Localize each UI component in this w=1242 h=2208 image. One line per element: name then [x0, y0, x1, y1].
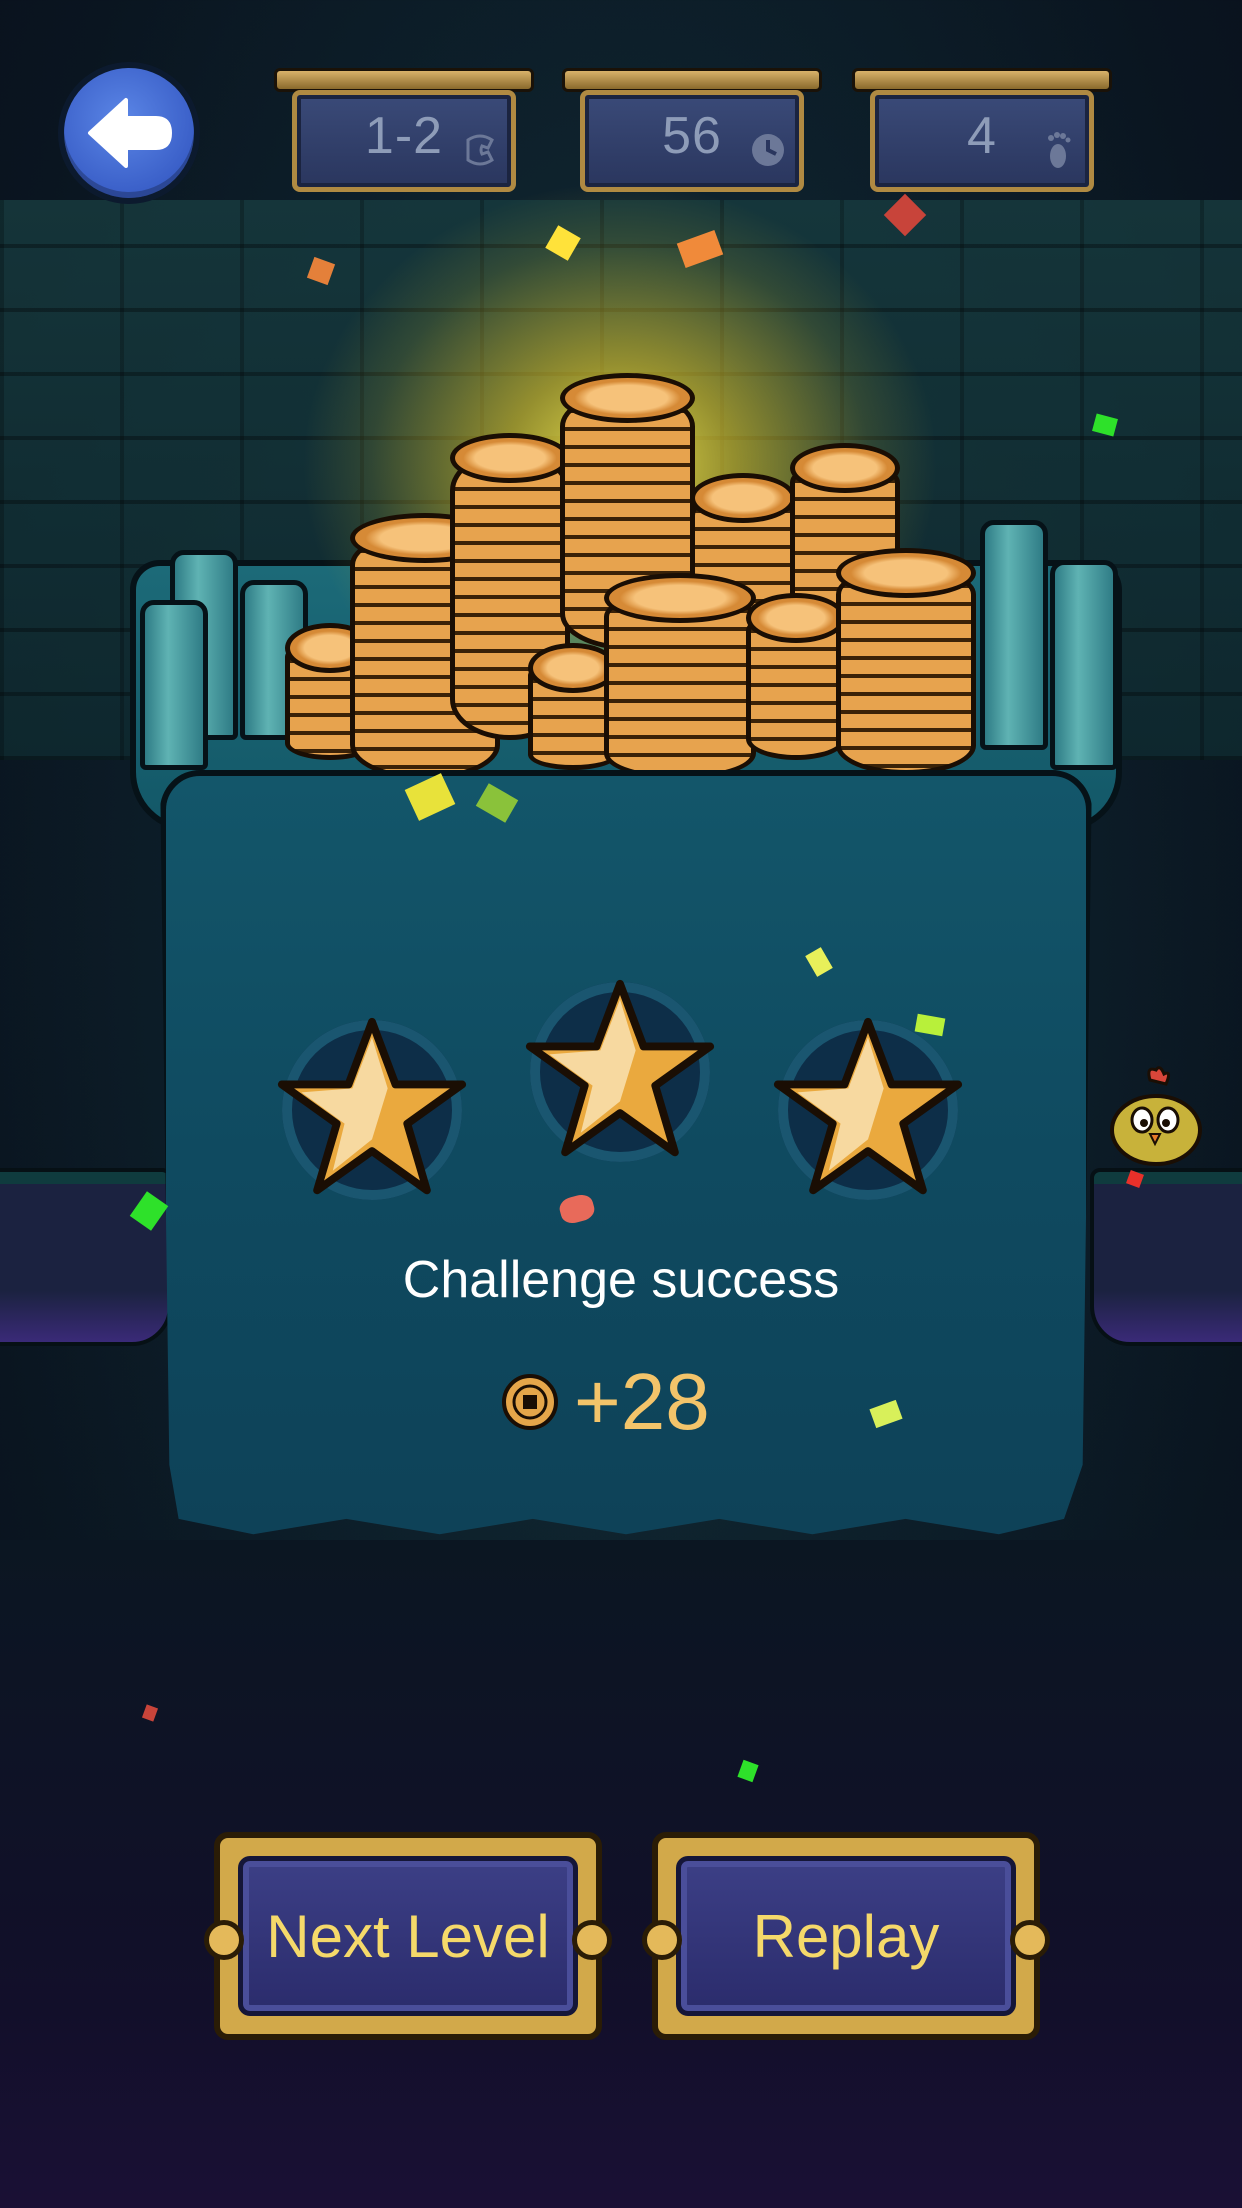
level-plaque: 1-2 — [274, 68, 534, 192]
time-plaque: 56 — [562, 68, 822, 192]
replay-button[interactable]: Replay — [642, 1832, 1050, 2040]
replay-label: Replay — [752, 1903, 940, 1970]
next-level-button[interactable]: Next Level — [204, 1832, 612, 2040]
chick-character — [1110, 1066, 1202, 1166]
reward-amount: +28 — [574, 1357, 710, 1446]
footprint-icon — [1048, 132, 1071, 168]
coin-stack — [746, 593, 846, 760]
next-level-label: Next Level — [266, 1903, 550, 1970]
coin-stack — [604, 573, 756, 780]
coin-stack — [836, 548, 976, 775]
star-icon — [773, 1017, 963, 1195]
crystal-pillar — [1050, 560, 1118, 770]
coin-icon — [502, 1374, 558, 1430]
coin-reward: +28 — [500, 1357, 710, 1446]
clock-icon — [752, 134, 784, 166]
back-arrow-icon — [88, 98, 172, 168]
star-icon — [525, 979, 715, 1157]
star-2 — [525, 979, 715, 1162]
crystal-pillar — [140, 600, 208, 770]
result-message: Challenge success — [402, 1251, 840, 1309]
cave-floor-background — [0, 1540, 1242, 2208]
crystal-pillar — [980, 520, 1048, 750]
back-button[interactable] — [58, 62, 200, 204]
star-icon — [277, 1017, 467, 1195]
steps-plaque: 4 — [852, 68, 1112, 192]
phone-icon — [466, 134, 494, 166]
star-1 — [277, 1017, 467, 1200]
star-3 — [773, 1017, 963, 1200]
